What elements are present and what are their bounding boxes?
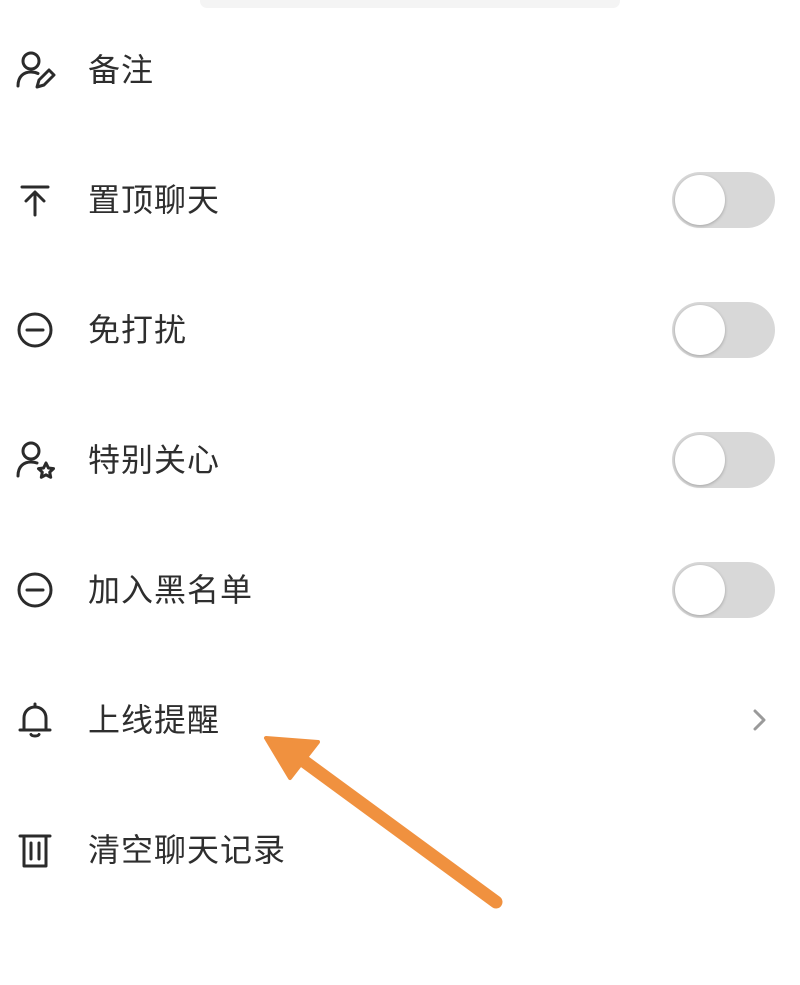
toggle-knob: [675, 435, 725, 485]
chevron-right-icon: [748, 703, 772, 737]
menu-item-remark[interactable]: 备注: [0, 15, 800, 125]
menu-item-label: 置顶聊天: [88, 181, 221, 219]
minus-circle-icon: [14, 309, 56, 351]
special-care-toggle[interactable]: [672, 432, 775, 488]
trash-icon: [14, 829, 56, 871]
user-star-icon: [14, 439, 56, 481]
bell-icon: [14, 699, 56, 741]
user-edit-icon: [14, 49, 56, 91]
menu-item-blacklist[interactable]: 加入黑名单: [0, 535, 800, 645]
menu-item-clear-history[interactable]: 清空聊天记录: [0, 795, 800, 905]
menu-item-label: 加入黑名单: [88, 571, 254, 609]
menu-item-label: 特别关心: [88, 441, 221, 479]
menu-item-label: 免打扰: [88, 311, 188, 349]
menu-item-online-reminder[interactable]: 上线提醒: [0, 665, 800, 775]
pin-top-icon: [14, 179, 56, 221]
menu-item-do-not-disturb[interactable]: 免打扰: [0, 275, 800, 385]
menu-item-label: 清空聊天记录: [88, 831, 287, 869]
menu-item-label: 备注: [88, 51, 155, 89]
menu-item-label: 上线提醒: [88, 701, 221, 739]
menu-item-pin-chat[interactable]: 置顶聊天: [0, 145, 800, 255]
toggle-knob: [675, 305, 725, 355]
minus-circle-icon: [14, 569, 56, 611]
do-not-disturb-toggle[interactable]: [672, 302, 775, 358]
toggle-knob: [675, 565, 725, 615]
top-edge-fade: [200, 0, 620, 8]
pin-chat-toggle[interactable]: [672, 172, 775, 228]
menu-item-special-care[interactable]: 特别关心: [0, 405, 800, 515]
blacklist-toggle[interactable]: [672, 562, 775, 618]
toggle-knob: [675, 175, 725, 225]
